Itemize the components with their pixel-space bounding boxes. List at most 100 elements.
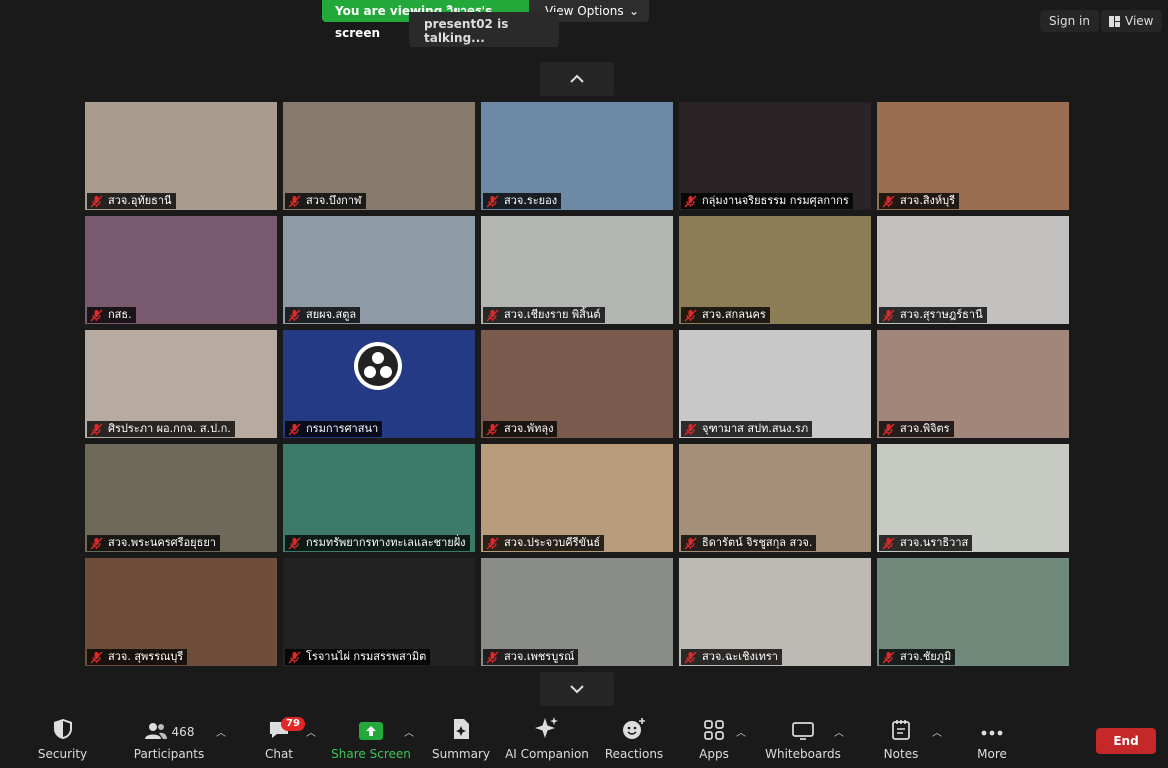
participant-video-tile[interactable]: สยผจ.สตูล [283, 216, 475, 324]
participant-name: ธิดารัตน์ จิรชูสกุล สวจ. [702, 536, 813, 549]
participant-video-tile[interactable]: สวจ.อุทัยธานี [85, 102, 277, 210]
mic-muted-icon [684, 651, 697, 664]
participant-name: สวจ.ระยอง [504, 194, 558, 207]
whiteboards-button[interactable]: Whiteboards [765, 706, 841, 768]
meeting-toolbar: Security 468 Participants ︿ Chat 79 ︿ Sh… [0, 706, 1168, 768]
ai-companion-label: AI Companion [505, 747, 589, 761]
apps-label: Apps [699, 747, 729, 761]
participant-name-label: ธิดารัตน์ จิรชูสกุล สวจ. [681, 535, 817, 551]
participant-video-tile[interactable]: สวจ.สิงห์บุรี [877, 102, 1069, 210]
participant-video-tile[interactable]: สวจ.ฉะเชิงเทรา [679, 558, 871, 666]
participant-video-tile[interactable]: สวจ.ประจวบคีรีขันธ์ [481, 444, 673, 552]
participants-caret-icon[interactable]: ︿ [216, 724, 226, 739]
participant-video-tile[interactable]: กลุ่มงานจริยธรรม กรมศุลกากร [679, 102, 871, 210]
participants-count: 468 [171, 725, 195, 739]
chevron-down-icon [570, 685, 584, 694]
apps-caret-icon[interactable]: ︿ [736, 724, 746, 739]
participant-name-label: สวจ.ชัยภูมิ [879, 649, 956, 665]
participant-name-label: สวจ.สกลนคร [681, 307, 770, 323]
notes-icon [892, 720, 910, 740]
mic-muted-icon [486, 423, 499, 436]
participant-name-label: สวจ.อุทัยธานี [87, 193, 176, 209]
whiteboards-label: Whiteboards [765, 747, 841, 761]
notes-button[interactable]: Notes [884, 706, 918, 768]
share-caret-icon[interactable]: ︿ [404, 724, 414, 739]
summary-button[interactable]: Summary [432, 706, 490, 768]
participant-video-tile[interactable]: สวจ.พัทลุง [481, 330, 673, 438]
participant-video-tile[interactable]: ศิรประภา ผอ.กกจ. ส.ป.ก. [85, 330, 277, 438]
whiteboards-caret-icon[interactable]: ︿ [834, 724, 844, 739]
participant-video-tile[interactable]: โรจานไผ่ กรมสรรพสามิต [283, 558, 475, 666]
participant-video-tile[interactable]: สวจ.เพชรบูรณ์ [481, 558, 673, 666]
participant-video-tile[interactable]: กสธ. [85, 216, 277, 324]
security-button[interactable]: Security [37, 706, 88, 768]
mic-muted-icon [288, 309, 301, 322]
view-button[interactable]: View [1101, 10, 1163, 32]
participant-name: สวจ.สกลนคร [702, 308, 766, 321]
participant-video-tile[interactable]: กรมการศาสนา [283, 330, 475, 438]
summary-icon [454, 719, 469, 739]
participant-name: กลุ่มงานจริยธรรม กรมศุลกากร [702, 194, 849, 207]
chevron-up-icon [570, 74, 584, 83]
more-button[interactable]: More [976, 706, 1008, 768]
mic-muted-icon [90, 651, 103, 664]
reactions-button[interactable]: Reactions [604, 706, 664, 768]
participant-name: สวจ.ชัยภูมิ [900, 650, 952, 663]
notes-caret-icon[interactable]: ︿ [932, 724, 942, 739]
participant-video-tile[interactable]: กรมทรัพยากรทางทะเลและชายฝั่ง [283, 444, 475, 552]
participant-name-label: กรมการศาสนา [285, 421, 383, 437]
participant-name-label: สวจ. สุพรรณบุรี [87, 649, 188, 665]
page-down-button[interactable] [540, 672, 614, 706]
participant-name: สวจ.บึงกาฬ [306, 194, 362, 207]
participant-video-tile[interactable]: สวจ. สุพรรณบุรี [85, 558, 277, 666]
mic-muted-icon [486, 309, 499, 322]
participant-name-label: กรมทรัพยากรทางทะเลและชายฝั่ง [285, 535, 470, 551]
mic-muted-icon [486, 537, 499, 550]
participant-name-label: ศิรประภา ผอ.กกจ. ส.ป.ก. [87, 421, 235, 437]
participant-video-tile[interactable]: จุฑามาส สปท.สนง.รภ [679, 330, 871, 438]
reactions-label: Reactions [604, 747, 664, 761]
participant-name: โรจานไผ่ กรมสรรพสามิต [306, 650, 427, 663]
participant-video-tile[interactable]: สวจ.เชียงราย พิสิ้นต์ [481, 216, 673, 324]
talking-indicator: present02 is talking... [409, 12, 559, 47]
mic-muted-icon [882, 195, 895, 208]
chevron-down-icon: ⌄ [628, 4, 639, 18]
mic-muted-icon [684, 423, 697, 436]
chat-caret-icon[interactable]: ︿ [306, 724, 316, 739]
sign-in-button[interactable]: Sign in [1040, 10, 1099, 32]
mic-muted-icon [882, 651, 895, 664]
ai-sparkle-icon [535, 717, 558, 738]
security-label: Security [37, 747, 88, 761]
share-screen-label: Share Screen [331, 747, 411, 761]
participant-video-tile[interactable]: สวจ.บึงกาฬ [283, 102, 475, 210]
participant-video-tile[interactable]: ธิดารัตน์ จิรชูสกุล สวจ. [679, 444, 871, 552]
mic-muted-icon [90, 537, 103, 550]
participant-video-tile[interactable]: สวจ.ระยอง [481, 102, 673, 210]
participant-name-label: สยผจ.สตูล [285, 307, 361, 323]
share-screen-icon [359, 722, 383, 740]
participant-video-tile[interactable]: สวจ.นราธิวาส [877, 444, 1069, 552]
mic-muted-icon [486, 651, 499, 664]
apps-button[interactable]: Apps [699, 706, 729, 768]
share-screen-button[interactable]: Share Screen [331, 706, 411, 768]
participants-button[interactable]: 468 Participants [134, 706, 204, 768]
page-up-button[interactable] [540, 62, 614, 96]
mic-muted-icon [90, 309, 103, 322]
participant-video-tile[interactable]: สวจ.พิจิตร [877, 330, 1069, 438]
mic-muted-icon [684, 195, 697, 208]
participant-video-tile[interactable]: สวจ.ชัยภูมิ [877, 558, 1069, 666]
mic-muted-icon [684, 537, 697, 550]
participant-video-tile[interactable]: สวจ.พระนครศรีอยุธยา [85, 444, 277, 552]
mic-muted-icon [288, 537, 301, 550]
participant-video-tile[interactable]: สวจ.สุราษฎร์ธานี [877, 216, 1069, 324]
more-label: More [977, 747, 1007, 761]
whiteboard-icon [792, 722, 814, 740]
chat-button[interactable]: Chat [264, 706, 294, 768]
participant-name: สวจ.เพชรบูรณ์ [504, 650, 575, 663]
participants-icon [144, 723, 167, 739]
participant-name: กรมทรัพยากรทางทะเลและชายฝั่ง [306, 536, 466, 549]
end-meeting-button[interactable]: End [1096, 728, 1156, 754]
ai-companion-button[interactable]: AI Companion [505, 706, 589, 768]
participant-video-tile[interactable]: สวจ.สกลนคร [679, 216, 871, 324]
participant-name-label: สวจ.ระยอง [483, 193, 562, 209]
